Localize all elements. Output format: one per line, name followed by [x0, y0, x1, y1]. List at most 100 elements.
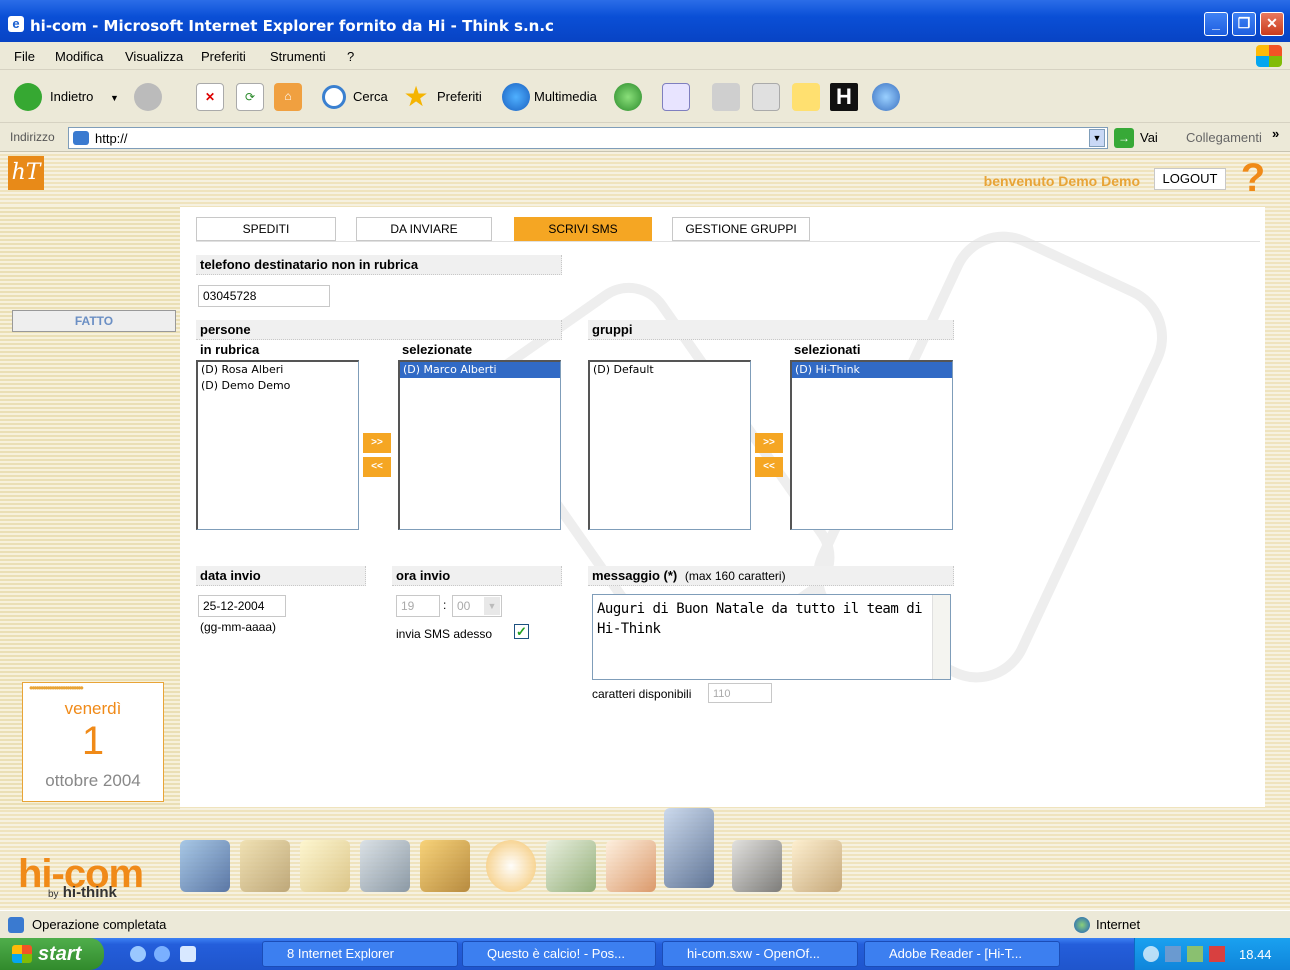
groups-selected-list[interactable]: (D) Hi-Think — [790, 360, 953, 530]
list-item[interactable]: (D) Rosa Alberi — [198, 362, 358, 378]
menu-preferiti[interactable]: Preferiti — [201, 49, 246, 64]
message-hint: (max 160 caratteri) — [684, 569, 786, 583]
search-button[interactable]: Cerca — [353, 89, 388, 104]
clock-icon[interactable] — [486, 840, 536, 892]
calculator-icon[interactable] — [360, 840, 410, 892]
list-item[interactable]: (D) Hi-Think — [792, 362, 952, 378]
tab-scrivi-sms[interactable]: SCRIVI SMS — [514, 217, 652, 241]
calendar-widget: •••••••••••••••••••••••• venerdì 1 ottob… — [22, 681, 164, 802]
hithink-brand: by hi-think — [48, 884, 117, 901]
groups-add-button[interactable]: >> — [755, 433, 783, 453]
menu-file[interactable]: File — [14, 49, 35, 64]
tray-app-icon[interactable] — [1209, 946, 1225, 962]
quicklaunch-desktop-icon[interactable] — [180, 946, 196, 962]
back-dropdown-icon[interactable]: ▼ — [110, 93, 119, 103]
help-icon[interactable]: ? — [1238, 158, 1268, 198]
home-icon[interactable]: ⌂ — [274, 83, 302, 111]
favorites-button[interactable]: Preferiti — [437, 89, 482, 104]
back-button[interactable]: Indietro — [50, 89, 93, 104]
minimize-button[interactable]: _ — [1204, 12, 1228, 36]
in-rubrica-label: in rubrica — [200, 342, 260, 357]
date-input[interactable]: 25-12-2004 — [198, 595, 286, 617]
task-adobe-reader[interactable]: Adobe Reader - [Hi-T... — [864, 941, 1060, 967]
groups-remove-button[interactable]: << — [755, 457, 783, 477]
groups-available-list[interactable]: (D) Default — [588, 360, 751, 530]
links-more-icon[interactable]: » — [1272, 126, 1279, 141]
refresh-icon[interactable]: ⟳ — [236, 83, 264, 111]
menu-visualizza[interactable]: Visualizza — [125, 49, 183, 64]
fax-icon[interactable] — [732, 840, 782, 892]
menu-strumenti[interactable]: Strumenti — [270, 49, 326, 64]
people-remove-button[interactable]: << — [363, 457, 391, 477]
tray-arrow-icon[interactable] — [1143, 946, 1159, 962]
toolbar: Indietro ▼ ✕ ⟳ ⌂ Cerca ★ Preferiti Multi… — [0, 71, 1290, 123]
agenda-icon[interactable] — [240, 840, 290, 892]
tab-gestione-gruppi[interactable]: GESTIONE GRUPPI — [672, 217, 810, 241]
date-header: data invio — [196, 566, 366, 586]
task-questo-e-calcio[interactable]: Questo è calcio! - Pos... — [462, 941, 656, 967]
go-arrow-icon[interactable]: → — [1114, 128, 1134, 148]
media-icon[interactable] — [502, 83, 530, 111]
links-label[interactable]: Collegamenti — [1186, 130, 1262, 145]
task-internet-explorer[interactable]: 8 Internet Explorer — [262, 941, 458, 967]
h-icon[interactable]: H — [830, 83, 858, 111]
list-item[interactable]: (D) Demo Demo — [198, 378, 358, 394]
tray-network-icon[interactable] — [1165, 946, 1181, 962]
reminder-icon[interactable] — [606, 840, 656, 892]
clipboard-icon[interactable] — [300, 840, 350, 892]
quicklaunch-explorer-icon[interactable] — [154, 946, 170, 962]
mail-letters-icon[interactable] — [792, 840, 842, 892]
brand-by: by — [48, 889, 59, 900]
messenger-icon[interactable] — [872, 83, 900, 111]
quicklaunch-ie-icon[interactable] — [130, 946, 146, 962]
calendar-month-year: ottobre 2004 — [45, 771, 141, 790]
done-button[interactable]: FATTO — [12, 310, 176, 332]
tab-da-inviare[interactable]: DA INVIARE — [356, 217, 492, 241]
forward-arrow-icon[interactable] — [134, 83, 162, 111]
logout-button[interactable]: LOGOUT — [1154, 168, 1226, 190]
chars-available-value: 110 — [708, 683, 772, 703]
edit-icon[interactable] — [752, 83, 780, 111]
media-button[interactable]: Multimedia — [534, 89, 597, 104]
people-available-list[interactable]: (D) Rosa Alberi (D) Demo Demo — [196, 360, 359, 530]
discuss-icon[interactable] — [792, 83, 820, 111]
phone-header: telefono destinatario non in rubrica — [196, 255, 562, 275]
address-input[interactable]: http:// ▼ — [68, 127, 1108, 149]
search-icon[interactable] — [322, 85, 346, 109]
minute-value: 00 — [457, 599, 471, 613]
date-format-hint: (gg-mm-aaaa) — [200, 620, 277, 634]
menu-help[interactable]: ? — [347, 49, 354, 64]
notes-icon[interactable] — [420, 840, 470, 892]
page-icon — [73, 131, 89, 145]
close-button[interactable]: ✕ — [1260, 12, 1284, 36]
calendar-icon[interactable] — [546, 840, 596, 892]
people-selected-list[interactable]: (D) Marco Alberti — [398, 360, 561, 530]
task-openoffice[interactable]: hi-com.sxw - OpenOf... — [662, 941, 858, 967]
message-textarea[interactable]: Auguri di Buon Natale da tutto il team d… — [592, 594, 951, 680]
windows-logo-icon — [1256, 45, 1282, 67]
hour-input[interactable]: 19 — [396, 595, 440, 617]
back-arrow-icon[interactable] — [14, 83, 42, 111]
address-dropdown-icon[interactable]: ▼ — [1089, 129, 1105, 147]
go-button[interactable]: Vai — [1140, 130, 1158, 145]
sms-phone-icon[interactable] — [664, 808, 714, 888]
start-button[interactable]: start — [0, 938, 104, 970]
tray-users-icon[interactable] — [1187, 946, 1203, 962]
list-item[interactable]: (D) Marco Alberti — [400, 362, 560, 378]
print-icon[interactable] — [712, 83, 740, 111]
people-add-button[interactable]: >> — [363, 433, 391, 453]
tab-speditti[interactable]: SPEDITI — [196, 217, 336, 241]
phone-input[interactable]: 03045728 — [198, 285, 330, 307]
favorites-star-icon[interactable]: ★ — [402, 83, 430, 111]
contacts-icon[interactable] — [180, 840, 230, 892]
minute-select[interactable]: 00 ▼ — [452, 595, 502, 617]
menu-modifica[interactable]: Modifica — [55, 49, 103, 64]
send-now-checkbox[interactable]: ✓ — [514, 624, 529, 639]
address-bar: Indirizzo http:// ▼ → Vai Collegamenti » — [0, 124, 1290, 152]
history-icon[interactable] — [614, 83, 642, 111]
list-item[interactable]: (D) Default — [590, 362, 750, 378]
mail-icon[interactable] — [662, 83, 690, 111]
message-scrollbar[interactable] — [932, 595, 950, 679]
stop-icon[interactable]: ✕ — [196, 83, 224, 111]
maximize-button[interactable]: ❐ — [1232, 12, 1256, 36]
